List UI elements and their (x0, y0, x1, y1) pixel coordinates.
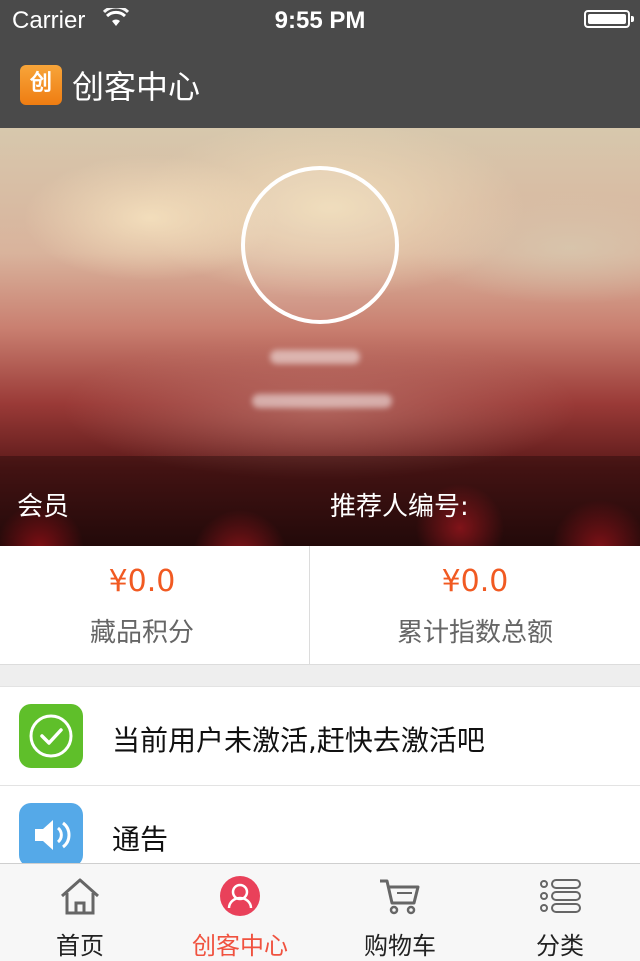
collection-points-stat[interactable]: ¥0.0 藏品积分 (0, 546, 320, 664)
list-item-label: 当前用户未激活,赶快去激活吧 (112, 724, 485, 757)
blurred-user-id (252, 394, 392, 408)
category-list-icon (540, 879, 581, 913)
home-icon (61, 878, 99, 915)
tab-label: 分类 (536, 932, 584, 960)
activate-account-row[interactable]: 当前用户未激活,赶快去激活吧 (0, 686, 640, 786)
tab-bar: 首页 创客中心 购物车 分类 (0, 863, 640, 961)
page-title: 创客中心 (72, 68, 201, 106)
speaker-icon (19, 803, 83, 867)
tab-cart[interactable]: 购物车 (320, 864, 480, 961)
stat-label: 藏品积分 (89, 618, 194, 648)
divider (309, 546, 310, 664)
user-center-icon (220, 876, 260, 916)
blurred-username (270, 350, 360, 364)
navigation-bar: 创 创客中心 (0, 40, 640, 128)
avatar[interactable] (241, 166, 399, 324)
menu-list: 当前用户未激活,赶快去激活吧 通告 (0, 686, 640, 885)
referrer-label: 推荐人编号: (330, 492, 469, 522)
app-logo: 创 (20, 65, 62, 105)
stat-label: 累计指数总额 (396, 618, 553, 648)
stat-value: ¥0.0 (441, 564, 509, 599)
tab-label: 购物车 (364, 932, 436, 960)
stat-value: ¥0.0 (108, 564, 176, 599)
tab-category[interactable]: 分类 (480, 864, 640, 961)
stats-panel: ¥0.0 藏品积分 ¥0.0 累计指数总额 (0, 546, 640, 665)
status-bar: Carrier 9:55 PM (0, 0, 640, 40)
list-item-label: 通告 (112, 823, 169, 856)
tab-home[interactable]: 首页 (0, 864, 160, 961)
battery-icon (584, 10, 634, 28)
profile-header: 会员 推荐人编号: (0, 128, 640, 546)
cart-icon (380, 879, 420, 915)
clock: 9:55 PM (274, 7, 366, 34)
tab-label: 首页 (56, 932, 104, 960)
tab-label: 创客中心 (192, 932, 288, 960)
tab-maker-center[interactable]: 创客中心 (160, 864, 320, 961)
total-index-stat[interactable]: ¥0.0 累计指数总额 (320, 546, 640, 664)
profile-info-bar: 会员 推荐人编号: (0, 456, 640, 546)
member-label: 会员 (17, 492, 70, 522)
check-circle-icon (19, 704, 83, 768)
